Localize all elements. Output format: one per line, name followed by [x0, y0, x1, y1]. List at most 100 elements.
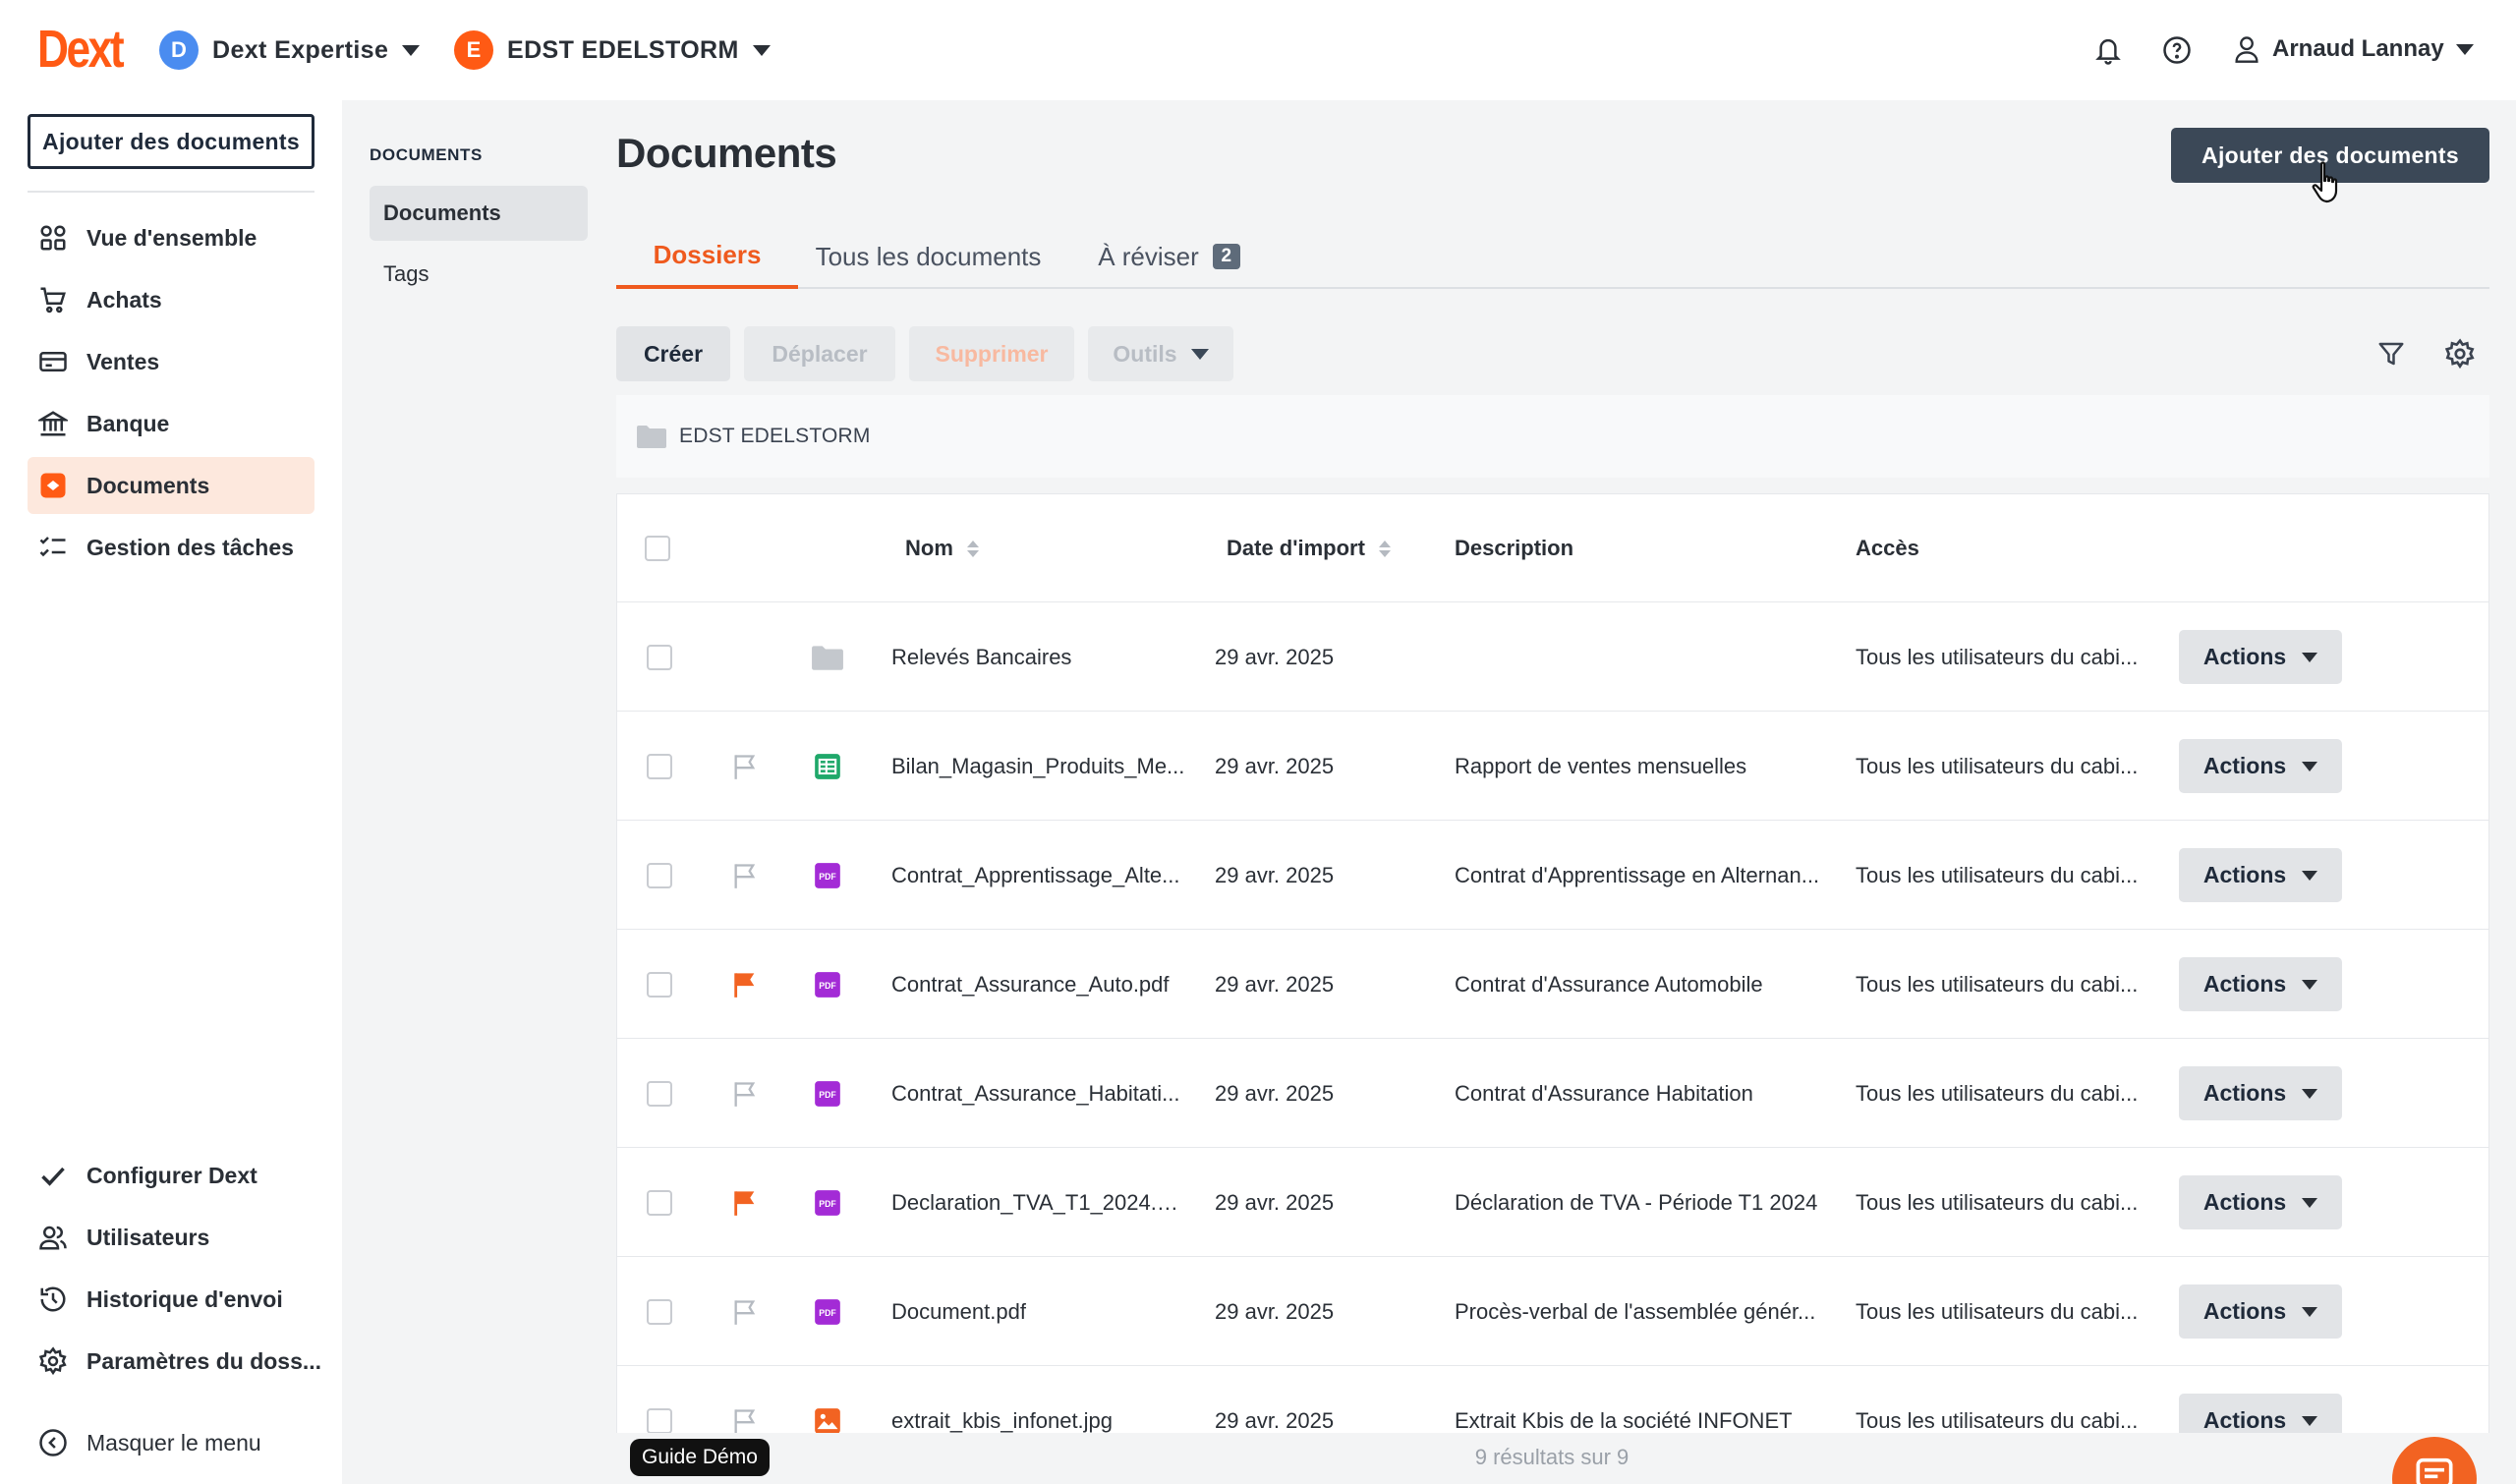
documents-icon: [37, 470, 69, 501]
create-button[interactable]: Créer: [616, 326, 730, 381]
client-avatar: E: [454, 30, 493, 70]
sidebar-item-overview[interactable]: Vue d'ensemble: [28, 209, 314, 266]
chevron-down-icon: [2302, 870, 2318, 881]
tab-all-documents[interactable]: Tous les documents: [798, 224, 1058, 289]
row-actions-dropdown[interactable]: Actions: [2179, 1066, 2342, 1120]
row-checkbox[interactable]: [647, 971, 672, 998]
sidebar-item-label: Banque: [86, 410, 170, 436]
row-actions-dropdown[interactable]: Actions: [2179, 957, 2342, 1011]
chevron-down-icon: [2302, 1197, 2318, 1208]
help-icon[interactable]: [2158, 31, 2196, 69]
row-checkbox[interactable]: [647, 644, 672, 670]
import-date: 29 avr. 2025: [1215, 644, 1335, 669]
access: Tous les utilisateurs du cabi...: [1856, 1257, 2150, 1366]
actions-label: Actions: [2202, 862, 2287, 887]
sidebar-item-folder-settings[interactable]: Paramètres du doss...: [28, 1333, 321, 1390]
tab-folders[interactable]: Dossiers: [616, 224, 798, 289]
move-button[interactable]: Déplacer: [744, 326, 895, 381]
flag-active-icon[interactable]: [727, 930, 763, 1039]
sidebar-item-tasks[interactable]: Gestion des tâches: [28, 519, 314, 576]
guide-demo-button[interactable]: Guide Démo: [630, 1439, 770, 1476]
flag-icon[interactable]: [727, 821, 763, 930]
subnav-item-documents[interactable]: Documents: [370, 186, 588, 241]
flag-active-icon[interactable]: [727, 1148, 763, 1257]
table-row[interactable]: Bilan_Magasin_Produits_Me... 29 avr. 2025…: [617, 712, 2488, 821]
history-icon: [37, 1284, 69, 1315]
breadcrumb-item[interactable]: EDST EDELSTORM: [679, 425, 871, 448]
table-settings-icon[interactable]: [2440, 334, 2480, 373]
tab-to-review[interactable]: À réviser 2: [1058, 224, 1280, 289]
access: Tous les utilisateurs du cabi...: [1856, 602, 2150, 712]
flag-icon[interactable]: [727, 1257, 763, 1366]
row-actions-dropdown[interactable]: Actions: [2179, 848, 2342, 902]
flag-icon[interactable]: [727, 1039, 763, 1148]
file-name[interactable]: Declaration_TVA_T1_2024.p...: [891, 1148, 1186, 1257]
row-checkbox[interactable]: [647, 862, 672, 888]
folder-icon: [810, 602, 845, 712]
subnav-item-tags[interactable]: Tags: [370, 247, 588, 302]
sidebar-item-history[interactable]: Historique d'envoi: [28, 1271, 314, 1328]
row-actions-dropdown[interactable]: Actions: [2179, 739, 2342, 793]
dext-logo[interactable]: Dext: [37, 22, 125, 77]
access-text: Tous les utilisateurs du cabi...: [1856, 1298, 2139, 1324]
table-row[interactable]: PDF Declaration_TVA_T1_2024.p... 29 avr. 2…: [617, 1148, 2488, 1257]
svg-text:PDF: PDF: [819, 1090, 836, 1100]
row-checkbox[interactable]: [647, 1407, 672, 1434]
column-header-date[interactable]: Date d'import: [1227, 494, 1391, 602]
description-text: Contrat d'Assurance Automobile: [1455, 971, 1763, 997]
table-row[interactable]: PDF Document.pdf 29 avr. 2025 Procès-verbal…: [617, 1257, 2488, 1366]
sidebar-item-label: Achats: [86, 286, 162, 313]
collapse-menu-button[interactable]: Masquer le menu: [28, 1414, 314, 1471]
bell-icon[interactable]: [2089, 31, 2127, 69]
pdf-file-icon: PDF: [810, 1148, 845, 1257]
sidebar-item-configure[interactable]: Configurer Dext: [28, 1147, 314, 1204]
actions-label: Actions: [2202, 1298, 2287, 1324]
results-count: 9 résultats sur 9: [1474, 1445, 1630, 1469]
row-checkbox[interactable]: [647, 1298, 672, 1325]
import-date: 29 avr. 2025: [1215, 971, 1335, 997]
org-name: Dext Expertise: [212, 35, 389, 64]
sidebar-item-documents[interactable]: Documents: [28, 457, 314, 514]
sidebar: Ajouter des documents Vue d'ensemble Ach…: [0, 100, 342, 1484]
row-actions-dropdown[interactable]: Actions: [2179, 1284, 2342, 1339]
row-checkbox[interactable]: [647, 753, 672, 779]
file-name[interactable]: Bilan_Magasin_Produits_Me...: [891, 712, 1186, 821]
access-text: Tous les utilisateurs du cabi...: [1856, 644, 2139, 669]
sidebar-item-purchases[interactable]: Achats: [28, 271, 314, 328]
file-name[interactable]: Contrat_Apprentissage_Alte...: [891, 821, 1186, 930]
row-checkbox[interactable]: [647, 1080, 672, 1107]
table-row[interactable]: PDF Contrat_Assurance_Habitati... 29 avr. …: [617, 1039, 2488, 1148]
file-name-text: Contrat_Apprentissage_Alte...: [891, 862, 1180, 887]
file-name-text: Document.pdf: [891, 1298, 1026, 1324]
cart-icon: [37, 284, 69, 315]
sidebar-item-sales[interactable]: Ventes: [28, 333, 314, 390]
sidebar-item-bank[interactable]: Banque: [28, 395, 314, 452]
column-header-name[interactable]: Nom: [905, 494, 979, 602]
file-name[interactable]: Contrat_Assurance_Auto.pdf: [891, 930, 1186, 1039]
row-checkbox[interactable]: [647, 1189, 672, 1216]
select-all-checkbox[interactable]: [645, 536, 670, 561]
tools-dropdown[interactable]: Outils: [1088, 326, 1233, 381]
client-switcher[interactable]: E EDST EDELSTORM: [454, 28, 771, 73]
row-actions-dropdown[interactable]: Actions: [2179, 630, 2342, 684]
user-name: Arnaud Lannay: [2272, 35, 2444, 62]
filter-icon[interactable]: [2372, 334, 2411, 373]
description-text: Extrait Kbis de la société INFONET: [1455, 1407, 1793, 1433]
add-documents-button[interactable]: Ajouter des documents: [28, 114, 314, 169]
table-row[interactable]: Relevés Bancaires 29 avr. 2025 Tous les ut…: [617, 602, 2488, 712]
tasks-icon: [37, 532, 69, 563]
table-row[interactable]: PDF Contrat_Apprentissage_Alte... 29 avr. …: [617, 821, 2488, 930]
file-name[interactable]: Contrat_Assurance_Habitati...: [891, 1039, 1186, 1148]
table-row[interactable]: PDF Contrat_Assurance_Auto.pdf 29 avr. 202…: [617, 930, 2488, 1039]
file-name[interactable]: Relevés Bancaires: [891, 602, 1186, 712]
sidebar-item-users[interactable]: Utilisateurs: [28, 1209, 314, 1266]
import-date: 29 avr. 2025: [1215, 862, 1335, 887]
pdf-file-icon: PDF: [810, 821, 845, 930]
org-switcher[interactable]: D Dext Expertise: [159, 28, 421, 73]
flag-icon[interactable]: [727, 712, 763, 821]
delete-button[interactable]: Supprimer: [909, 326, 1074, 381]
user-menu[interactable]: Arnaud Lannay: [2233, 29, 2474, 69]
row-actions-dropdown[interactable]: Actions: [2179, 1175, 2342, 1229]
access-text: Tous les utilisateurs du cabi...: [1856, 753, 2139, 778]
file-name[interactable]: Document.pdf: [891, 1257, 1186, 1366]
